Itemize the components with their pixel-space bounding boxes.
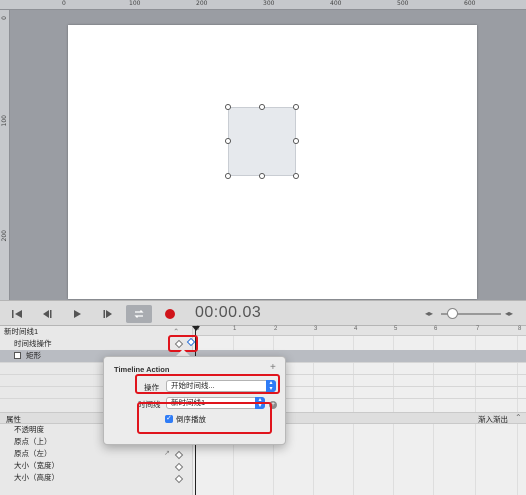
resize-handle[interactable]	[259, 173, 265, 179]
playhead-handle[interactable]	[192, 326, 200, 331]
highlight-box	[135, 374, 280, 394]
property-label: 原点（上）	[14, 437, 52, 446]
track-row-timeline-action[interactable]: 时间线操作	[0, 338, 192, 350]
ruler-label: 100	[1, 115, 8, 127]
rectangle-shape[interactable]	[228, 107, 296, 176]
skip-to-start-icon[interactable]	[4, 305, 30, 323]
tick-label: 6	[434, 326, 438, 332]
tick-label: 5	[394, 326, 398, 332]
tick-label: 3	[314, 326, 318, 332]
property-row[interactable]: 大小（宽度）	[0, 460, 192, 472]
resize-handle[interactable]	[293, 104, 299, 110]
loop-icon[interactable]	[126, 305, 152, 323]
zoom-slider[interactable]: ◂▸ ◂▸	[425, 308, 520, 320]
step-back-icon[interactable]	[34, 305, 60, 323]
zoom-out-icon[interactable]: ◂▸	[425, 309, 433, 318]
zoom-knob[interactable]	[447, 308, 458, 319]
resize-handle[interactable]	[225, 104, 231, 110]
property-label: 不透明度	[14, 425, 44, 434]
ruler-label: 0	[1, 16, 8, 20]
tick-label: 7	[476, 326, 480, 332]
ruler-label: 100	[129, 0, 141, 7]
ruler-label: 0	[62, 0, 66, 7]
timeline-name[interactable]: 新时间线1 ⌃	[0, 326, 192, 338]
timecode-display: 00:00.03	[195, 304, 262, 321]
resize-handle[interactable]	[225, 138, 231, 144]
easing-select[interactable]: 渐入渐出	[478, 414, 508, 425]
chevron-down-icon[interactable]: ⌃	[515, 413, 522, 422]
play-icon[interactable]	[64, 305, 90, 323]
popover-title: Timeline Action	[114, 365, 170, 374]
tick-label: 2	[274, 326, 278, 332]
ruler-label: 500	[397, 0, 409, 7]
tick-label: 4	[354, 326, 358, 332]
timeline-name-label: 新时间线1	[4, 327, 39, 336]
ruler-label: 600	[464, 0, 476, 7]
pin-icon[interactable]: ↗	[164, 449, 170, 457]
resize-handle[interactable]	[293, 138, 299, 144]
record-icon[interactable]	[157, 305, 183, 323]
ruler-label: 200	[196, 0, 208, 7]
add-icon[interactable]: +	[270, 362, 276, 373]
property-row[interactable]: 大小（高度）	[0, 472, 192, 484]
property-label: 大小（高度）	[14, 473, 59, 482]
transport-bar: 00:00.03 ◂▸ ◂▸	[0, 300, 526, 326]
zoom-in-icon[interactable]: ◂▸	[505, 309, 513, 318]
popover-arrow	[176, 349, 190, 356]
highlight-box	[137, 402, 272, 434]
step-forward-icon[interactable]	[95, 305, 121, 323]
track-label: 矩形	[26, 351, 41, 360]
resize-handle[interactable]	[259, 104, 265, 110]
tick-label: 1	[233, 326, 237, 332]
ruler-label: 200	[1, 230, 8, 242]
vertical-ruler: 0 100 200	[0, 10, 10, 300]
property-label: 原点（左）	[14, 449, 52, 458]
time-ruler[interactable]: 0 1 2 3 4 5 6 7 8	[193, 326, 526, 336]
tick-label: 8	[518, 326, 522, 332]
horizontal-ruler: 0 100 200 300 400 500 600	[0, 0, 526, 10]
ruler-label: 300	[263, 0, 275, 7]
app-window: 0 100 200 300 400 500 600 0 100 200 00:0…	[0, 0, 526, 495]
resize-handle[interactable]	[293, 173, 299, 179]
resize-handle[interactable]	[225, 173, 231, 179]
property-label: 大小（宽度）	[14, 461, 59, 470]
ruler-label: 400	[330, 0, 342, 7]
rectangle-icon	[14, 352, 21, 359]
track-label: 时间线操作	[14, 339, 52, 348]
